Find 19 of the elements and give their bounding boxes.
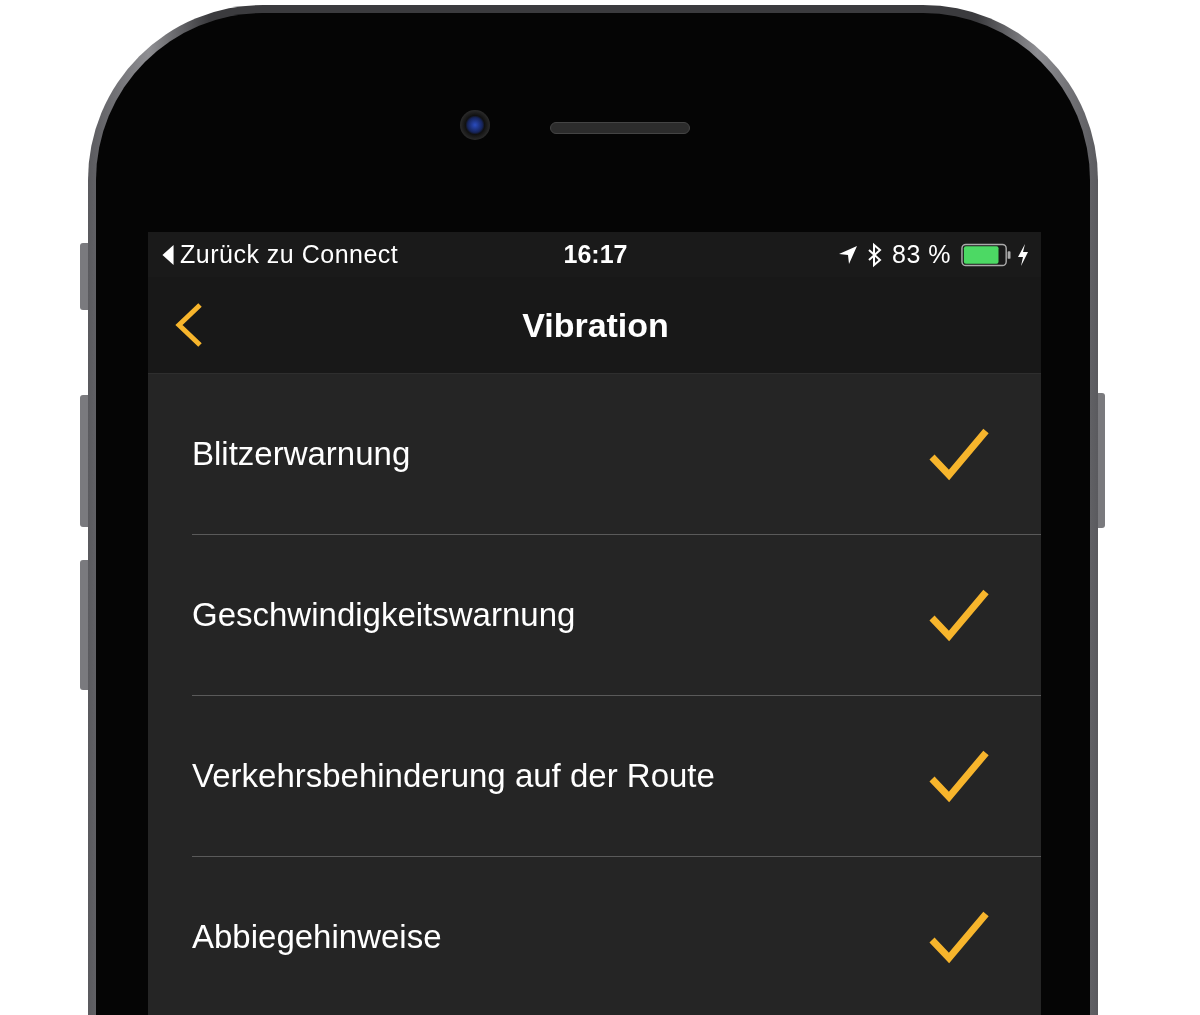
checkmark-icon[interactable] (929, 749, 989, 803)
camera-lens (459, 110, 490, 140)
battery-icon (961, 242, 1011, 267)
list-item[interactable]: Verkehrsbehinderung auf der Route (192, 757, 715, 795)
location-arrow-icon (838, 244, 858, 265)
list-item[interactable]: Abbiegehinweise (192, 918, 442, 956)
charging-bolt-icon (1017, 243, 1029, 266)
list-item[interactable]: Geschwindigkeitswarnung (192, 596, 576, 634)
checkmark-icon[interactable] (929, 588, 989, 642)
clock: 16:17 (563, 240, 628, 269)
back-arrow-icon[interactable] (162, 244, 174, 265)
back-link[interactable]: Zurück zu Connect (180, 240, 399, 269)
list-item[interactable]: Blitzerwarnung (192, 435, 411, 473)
screen-title: Vibration (522, 305, 669, 345)
battery-percent: 83 % (892, 240, 951, 269)
checkmark-icon[interactable] (929, 910, 989, 964)
back-chevron-icon[interactable] (174, 302, 204, 348)
checkmark-icon[interactable] (929, 427, 989, 481)
bluetooth-icon (868, 241, 882, 268)
